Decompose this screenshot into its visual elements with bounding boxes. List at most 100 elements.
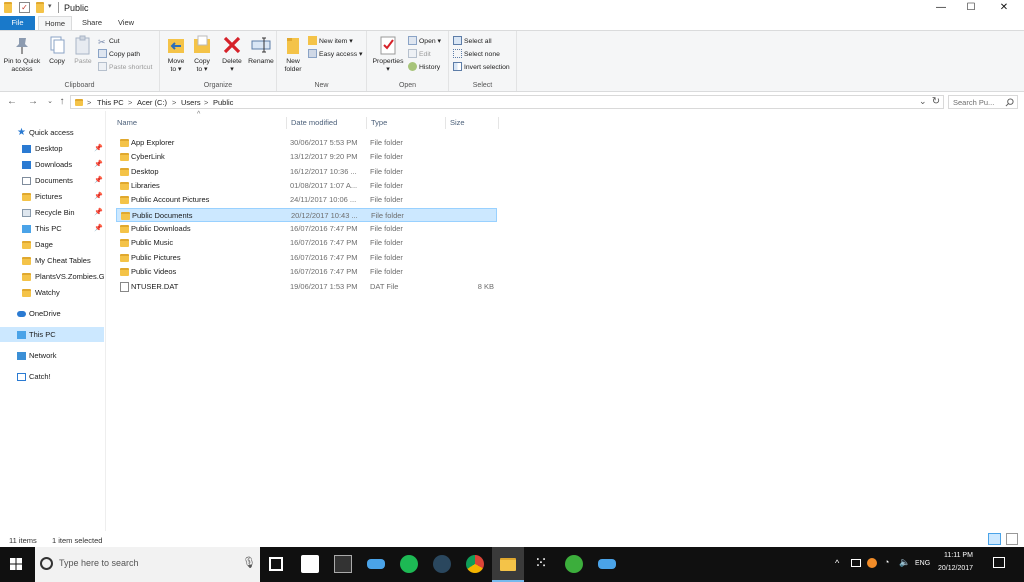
edit-button[interactable]: Edit [408,49,431,60]
nav-my-cheat-tables[interactable]: My Cheat Tables [0,253,104,268]
up-arrow-icon[interactable]: ↑ [56,96,68,108]
pin-icon[interactable]: 📌 [94,189,103,204]
pin-icon[interactable]: 📌 [94,173,103,188]
properties-quick-icon[interactable]: ✓ [19,2,30,13]
messenger-icon[interactable] [367,559,385,569]
breadcrumb-this-pc[interactable]: This PC [97,98,124,107]
chrome-icon[interactable] [466,555,484,573]
file-row[interactable]: App Explorer 30/06/2017 5:53 PM File folde… [116,136,497,150]
nav-catch[interactable]: Catch! [0,369,104,384]
microphone-icon[interactable]: 🎙 [242,556,256,569]
nav-documents[interactable]: Documents 📌 [0,173,104,188]
clock-date[interactable]: 20/12/2017 [938,565,973,572]
move-to-button[interactable]: Move to ▾ [164,34,188,74]
open-button[interactable]: Open ▾ [408,36,441,47]
invert-selection-button[interactable]: Invert selection [453,62,510,73]
file-row[interactable]: Public Downloads 16/07/2016 7:47 PM File f… [116,222,497,236]
column-header-name[interactable]: Name [113,117,287,129]
properties-button[interactable]: Properties ▾ [370,34,406,74]
spotify-icon[interactable] [400,555,418,573]
pin-icon[interactable]: 📌 [94,221,103,236]
store-icon[interactable] [301,555,319,573]
column-header-date[interactable]: Date modified [287,117,367,129]
paste-button[interactable]: Paste [70,34,96,66]
recent-locations-icon[interactable]: ⌄ [44,96,56,108]
volume-icon[interactable]: 🔈 [899,557,910,568]
minimize-button[interactable]: — [926,0,956,16]
tab-view[interactable]: View [110,16,142,30]
maximize-button[interactable]: ☐ [956,0,986,16]
pin-to-quick-access-button[interactable]: Pin to Quick access [2,34,42,74]
select-all-button[interactable]: Select all [453,36,492,47]
task-view-icon[interactable] [269,557,283,571]
wifi-icon[interactable]: ◔ [884,557,889,567]
paste-shortcut-button[interactable]: Paste shortcut [98,62,152,73]
close-button[interactable]: ✕ [989,0,1019,16]
apps-grid-icon[interactable]: ⁙ [532,555,550,573]
copy-button[interactable]: Copy [44,34,70,66]
file-row[interactable]: Libraries 01/08/2017 1:07 A... File folder [116,179,497,193]
windows-start-icon[interactable] [10,558,22,570]
breadcrumb-separator[interactable]: > [87,98,91,107]
nav-downloads[interactable]: Downloads 📌 [0,157,104,172]
large-icons-view-icon[interactable] [1006,533,1018,545]
file-row[interactable]: Public Music 16/07/2016 7:47 PM File folde… [116,236,497,250]
pin-icon[interactable]: 📌 [94,157,103,172]
nav-recycle-bin[interactable]: Recycle Bin 📌 [0,205,104,220]
tray-overflow-icon[interactable]: ^ [835,558,839,568]
search-icon[interactable] [1005,98,1014,107]
tab-home[interactable]: Home [38,16,72,30]
cut-button[interactable]: ✂ Cut [98,36,120,47]
copy-path-button[interactable]: Copy path [98,49,140,60]
nav-quick-access[interactable]: ★ Quick access [0,125,104,140]
taskbar-search-box[interactable]: Type here to search 🎙 [35,547,260,582]
action-center-icon[interactable] [993,557,1005,568]
nav-network[interactable]: Network [0,348,104,363]
nav-watchy[interactable]: Watchy [0,285,104,300]
column-header-type[interactable]: Type [367,117,446,129]
file-row[interactable]: CyberLink 13/12/2017 9:20 PM File folder [116,150,497,164]
address-history-chevron-icon[interactable]: ⌄ [919,96,927,107]
rename-button[interactable]: Rename [246,34,276,66]
address-bar[interactable]: > This PC > Acer (C:) > Users > Public ⌄ [70,95,944,109]
breadcrumb-separator[interactable]: > [204,98,208,107]
breadcrumb-acer-c[interactable]: Acer (C:) [137,98,167,107]
file-row[interactable]: Public Account Pictures 24/11/2017 10:06 … [116,193,497,207]
tab-share[interactable]: Share [76,16,108,30]
easy-access-button[interactable]: Easy access ▾ [308,49,362,60]
breadcrumb-separator[interactable]: > [172,98,176,107]
nav-plants-vs-zombies[interactable]: PlantsVS.Zombies.G [0,269,104,284]
file-row[interactable]: NTUSER.DAT 19/06/2017 1:53 PM DAT File 8 KB [116,280,497,294]
nav-pictures[interactable]: Pictures 📌 [0,189,104,204]
nav-this-pc-pinned[interactable]: This PC 📌 [0,221,104,236]
file-explorer-taskbar-active[interactable] [492,547,524,582]
tab-file[interactable]: File [0,16,35,30]
new-item-button[interactable]: New item ▾ [308,36,353,47]
delete-button[interactable]: Delete ▾ [218,34,246,74]
file-row[interactable]: Public Videos 16/07/2016 7:47 PM File fold… [116,265,497,279]
messenger-icon-2[interactable] [598,559,616,569]
column-header-size[interactable]: Size [446,117,499,129]
file-row[interactable]: Desktop 16/12/2017 10:36 ... File folder [116,165,497,179]
file-row[interactable]: Public Pictures 16/07/2016 7:47 PM File fo… [116,251,497,265]
new-folder-quick-icon[interactable] [36,2,44,13]
customize-quick-access-icon[interactable]: ▾ [48,2,56,13]
avast-icon[interactable] [867,558,877,568]
clock-time[interactable]: 11:11 PM [944,552,973,559]
nav-dage[interactable]: Dage [0,237,104,252]
steam-icon[interactable] [433,555,451,573]
history-button[interactable]: History [408,62,440,73]
search-box[interactable]: Search Pu... [948,95,1018,109]
details-view-icon[interactable] [988,533,1001,545]
pin-icon[interactable]: 📌 [94,205,103,220]
app-icon[interactable] [334,555,352,573]
nav-onedrive[interactable]: OneDrive [0,306,104,321]
new-folder-button[interactable]: New folder [281,34,305,74]
pin-icon[interactable]: 📌 [94,141,103,156]
nav-desktop[interactable]: Desktop 📌 [0,141,104,156]
refresh-icon[interactable]: ↻ [930,96,942,108]
breadcrumb-public[interactable]: Public [213,98,233,107]
xbox-icon[interactable] [565,555,583,573]
forward-arrow-icon[interactable]: → [27,96,39,108]
nav-this-pc[interactable]: This PC [0,327,104,342]
